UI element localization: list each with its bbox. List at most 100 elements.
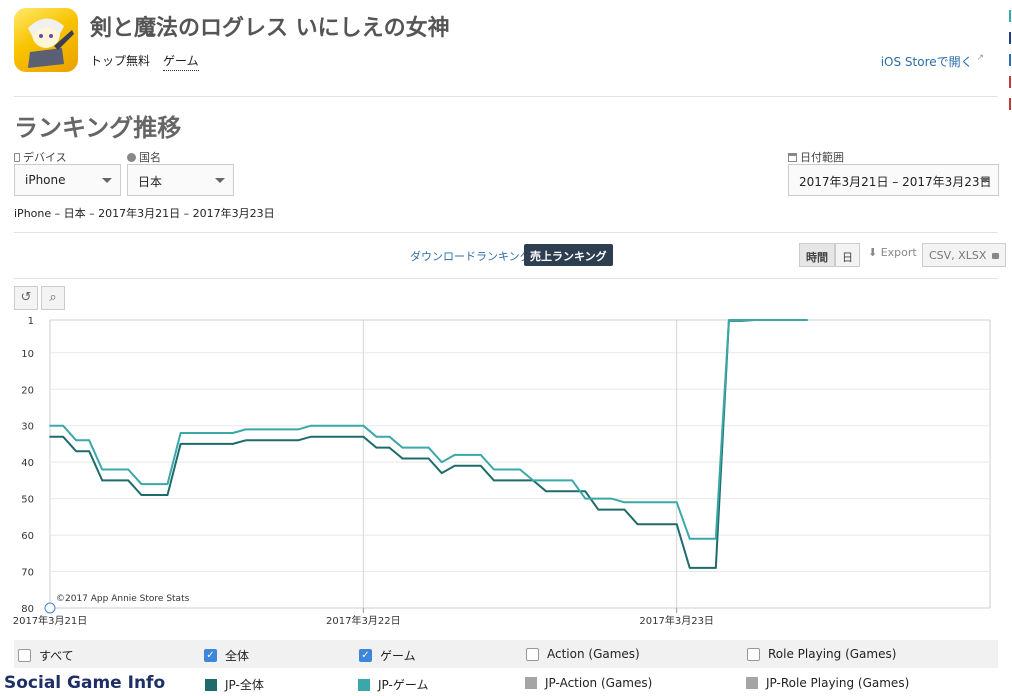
device-label: デバイス <box>14 149 67 165</box>
series-point <box>88 439 90 442</box>
y-tick-label: 50 <box>21 495 34 506</box>
filter-summary: iPhone – 日本 – 2017年3月21日 – 2017年3月23日 <box>14 207 275 220</box>
ios-store-link-label: iOS Storeで開く <box>880 55 973 69</box>
tab-top-free[interactable]: トップ無料 <box>90 52 150 69</box>
legend-swatch <box>205 678 217 691</box>
series-point <box>88 450 90 453</box>
series-point <box>166 483 169 485</box>
zoom-icon[interactable]: ⌕ <box>41 286 65 310</box>
filter-divider <box>14 232 998 233</box>
legend-checkbox-item[interactable]: すべて <box>18 647 74 664</box>
legend-checkbox-label: Role Playing (Games) <box>768 647 897 661</box>
series-point <box>101 468 104 471</box>
csv-xlsx-button[interactable]: CSV, XLSX <box>922 243 1006 267</box>
export-label: Export <box>880 246 917 259</box>
series-point <box>688 537 691 540</box>
legend-series-item[interactable]: JP-Action (Games) <box>525 676 652 690</box>
device-icon <box>14 153 20 162</box>
tab-game[interactable]: ゲーム <box>163 52 199 71</box>
series-point <box>231 443 234 445</box>
series-point <box>688 567 691 569</box>
checkbox-icon[interactable] <box>18 649 31 662</box>
series-point <box>610 497 613 500</box>
series-point <box>245 439 247 442</box>
legend-checkbox-label: 全体 <box>225 649 250 663</box>
app-icon <box>14 8 78 72</box>
watermark: Social Game Info <box>4 673 166 693</box>
chart-copyright: ©2017 App Annie Store Stats <box>56 594 190 604</box>
y-tick-label: 30 <box>21 422 34 433</box>
ios-store-link[interactable]: iOS Storeで開く ↗ <box>881 53 984 70</box>
series-point <box>401 457 404 460</box>
series-point <box>75 450 77 453</box>
country-select[interactable]: 日本 <box>127 164 234 196</box>
series-point <box>310 424 312 427</box>
legend-checkbox-item[interactable]: ✓ 全体 <box>204 647 249 664</box>
legend-checkbox-label: すべて <box>39 649 74 663</box>
sales-ranking-tab[interactable]: 売上ランキング <box>524 244 613 266</box>
series-point <box>480 454 482 456</box>
series-point <box>179 432 182 434</box>
export-button[interactable]: ⬇ Export <box>868 246 917 259</box>
series-point <box>571 479 574 482</box>
series-point <box>127 479 130 482</box>
checkbox-icon[interactable] <box>526 647 539 661</box>
app-title: 剣と魔法のログレス いにしえの女神 <box>90 16 450 41</box>
checkbox-icon[interactable] <box>747 647 760 661</box>
csv-xlsx-label: CSV, XLSX <box>929 249 987 262</box>
legend-checkbox-row: すべて ✓ 全体 ✓ ゲーム Action (Games) Role Playing (Ga… <box>14 640 998 668</box>
date-range-select[interactable]: 2017年3月21日 – 2017年3月23日 <box>788 164 999 196</box>
legend-checkbox-label: ゲーム <box>380 649 416 663</box>
edge-mark <box>1009 54 1011 66</box>
series-point <box>362 424 365 427</box>
legend-checkbox-item[interactable]: ✓ ゲーム <box>359 647 416 664</box>
series-point <box>636 523 639 525</box>
series-point <box>623 501 626 504</box>
date-range-label: 日付範囲 <box>788 149 844 165</box>
daily-button[interactable]: 日 <box>835 243 860 267</box>
globe-icon <box>127 153 136 162</box>
series-point <box>728 319 730 321</box>
series-point <box>166 494 169 496</box>
series-point <box>623 508 626 511</box>
series-point <box>427 446 430 449</box>
hourly-button[interactable]: 時間 <box>799 243 835 267</box>
checkbox-checked-icon[interactable]: ✓ <box>359 649 372 662</box>
legend-series-item[interactable]: JP-Role Playing (Games) <box>746 676 909 690</box>
plot-frame <box>49 319 991 609</box>
legend-series-item[interactable]: JP-全体 <box>205 676 264 693</box>
series-point <box>388 435 391 438</box>
checkbox-checked-icon[interactable]: ✓ <box>204 649 217 662</box>
series-point <box>388 446 391 449</box>
legend-checkbox-item[interactable]: Role Playing (Games) <box>747 647 896 661</box>
x-tick-label: 2017年3月23日 <box>639 614 714 627</box>
series-point <box>480 465 482 467</box>
download-ranking-tab[interactable]: ダウンロードランキング <box>410 248 531 264</box>
device-select[interactable]: iPhone <box>14 164 121 196</box>
external-link-icon: ↗ <box>976 53 984 63</box>
y-tick-label: 40 <box>21 458 34 469</box>
legend-series-label: JP-ゲーム <box>378 678 429 692</box>
series-point <box>806 319 809 321</box>
chevron-down-icon <box>980 178 990 183</box>
legend-series-label: JP-全体 <box>225 678 264 692</box>
series-point <box>675 501 678 504</box>
legend-series-label: JP-Action (Games) <box>545 676 653 690</box>
legend-swatch <box>358 678 370 691</box>
legend-checkbox-item[interactable]: Action (Games) <box>526 647 640 661</box>
reset-zoom-icon[interactable]: ↺ <box>14 286 38 310</box>
series-point <box>519 468 521 471</box>
series-point <box>140 483 143 485</box>
series-point <box>231 432 234 434</box>
chevron-down-icon <box>102 178 112 183</box>
legend-series-item[interactable]: JP-ゲーム <box>358 676 428 693</box>
y-tick-label: 60 <box>21 531 34 542</box>
edge-mark <box>1009 98 1011 110</box>
series-point <box>440 472 443 474</box>
series-point <box>49 424 51 427</box>
series-point <box>362 435 365 438</box>
country-label: 国名 <box>127 149 161 165</box>
series-point <box>297 428 299 431</box>
series-point <box>245 428 247 431</box>
legend-swatch <box>746 677 758 689</box>
